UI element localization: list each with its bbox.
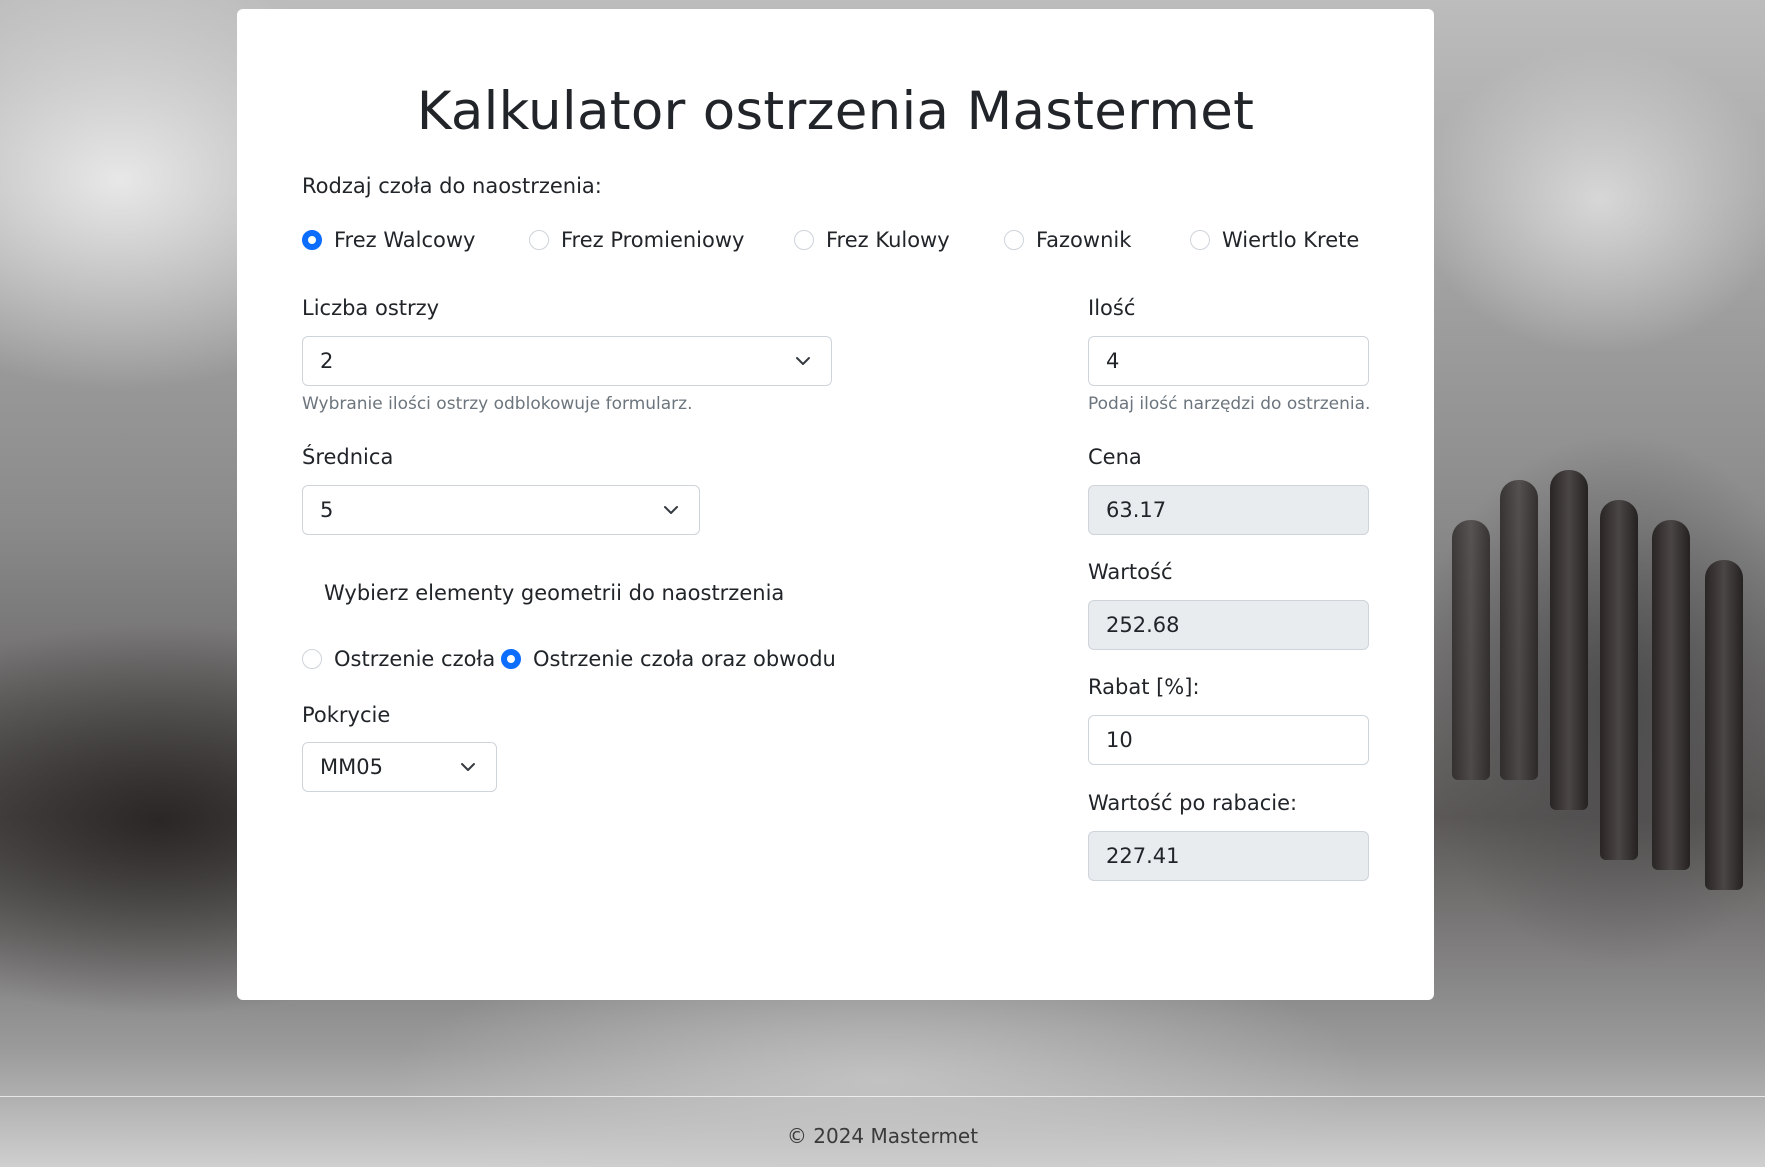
radio-wiertlo-krete[interactable]: Wiertlo Krete — [1190, 228, 1359, 252]
background-decoration — [1452, 520, 1490, 780]
chevron-down-icon — [461, 763, 475, 771]
total-after-discount-label: Wartość po rabacie: — [1088, 791, 1298, 815]
coating-select[interactable]: MM05 — [302, 742, 497, 792]
discount-input[interactable]: 10 — [1088, 715, 1369, 765]
radio-checked-icon[interactable] — [501, 649, 521, 669]
geometry-label: Wybierz elementy geometrii do naostrzeni… — [324, 581, 785, 605]
radio-ostrzenie-czola-obwodu[interactable]: Ostrzenie czoła oraz obwodu — [501, 647, 836, 671]
blades-hint: Wybranie ilości ostrzy odblokowuje formu… — [302, 394, 693, 414]
diameter-select[interactable]: 5 — [302, 485, 700, 535]
footer-copyright: © 2024 Mastermet — [786, 1124, 979, 1148]
blades-select[interactable]: 2 — [302, 336, 832, 386]
diameter-label: Średnica — [302, 445, 394, 469]
coating-label: Pokrycie — [302, 703, 391, 727]
diameter-value: 5 — [320, 498, 334, 522]
radio-label: Frez Promieniowy — [561, 228, 745, 252]
radio-unchecked-icon[interactable] — [302, 649, 322, 669]
radio-fazownik[interactable]: Fazownik — [1004, 228, 1131, 252]
radio-label: Ostrzenie czoła oraz obwodu — [533, 647, 836, 671]
radio-label: Ostrzenie czoła — [334, 647, 496, 671]
quantity-label: Ilość — [1088, 296, 1136, 320]
coating-value: MM05 — [320, 755, 383, 779]
radio-frez-promieniowy[interactable]: Frez Promieniowy — [529, 228, 744, 252]
quantity-input[interactable]: 4 — [1088, 336, 1369, 386]
page-title: Kalkulator ostrzenia Mastermet — [416, 81, 1255, 142]
blades-label: Liczba ostrzy — [302, 296, 440, 320]
background-decoration — [1600, 500, 1638, 860]
calculator-card: Kalkulator ostrzenia Mastermet Rodzaj cz… — [237, 9, 1434, 1000]
discount-label: Rabat [%]: — [1088, 675, 1200, 699]
radio-unchecked-icon[interactable] — [1190, 230, 1210, 250]
radio-label: Frez Walcowy — [334, 228, 476, 252]
background-decoration — [1500, 480, 1538, 780]
price-field: 63.17 — [1088, 485, 1369, 535]
price-label: Cena — [1088, 445, 1142, 469]
total-field: 252.68 — [1088, 600, 1369, 650]
background-decoration — [1652, 520, 1690, 870]
radio-ostrzenie-czola[interactable]: Ostrzenie czoła — [302, 647, 495, 671]
radio-frez-kulowy[interactable]: Frez Kulowy — [794, 228, 950, 252]
radio-frez-walcowy[interactable]: Frez Walcowy — [302, 228, 475, 252]
chevron-down-icon — [664, 506, 678, 514]
radio-label: Frez Kulowy — [826, 228, 950, 252]
radio-unchecked-icon[interactable] — [794, 230, 814, 250]
face-type-label: Rodzaj czoła do naostrzenia: — [302, 174, 602, 198]
radio-label: Wiertlo Krete — [1222, 228, 1360, 252]
radio-unchecked-icon[interactable] — [1004, 230, 1024, 250]
quantity-hint: Podaj ilość narzędzi do ostrzenia. — [1088, 394, 1371, 414]
blades-value: 2 — [320, 349, 334, 373]
radio-unchecked-icon[interactable] — [529, 230, 549, 250]
total-label: Wartość — [1088, 560, 1173, 584]
radio-label: Fazownik — [1036, 228, 1132, 252]
chevron-down-icon — [796, 357, 810, 365]
background-decoration — [1705, 560, 1743, 890]
radio-checked-icon[interactable] — [302, 230, 322, 250]
total-after-discount-field: 227.41 — [1088, 831, 1369, 881]
footer-divider — [0, 1096, 1765, 1097]
background-decoration — [1550, 470, 1588, 810]
